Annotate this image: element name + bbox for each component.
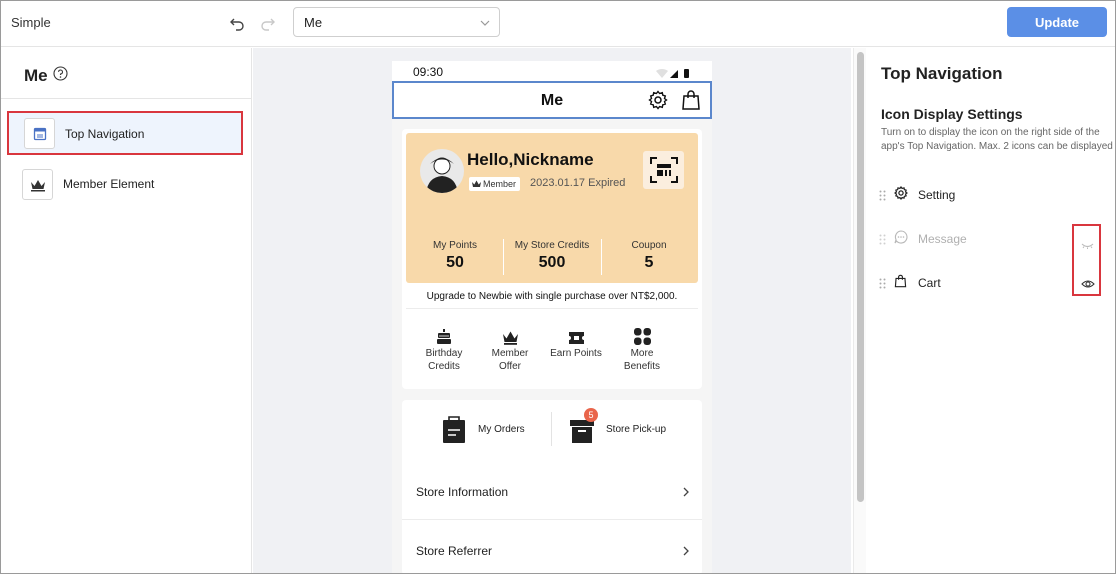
benefit-member-offer[interactable]: Member Offer <box>477 323 543 373</box>
section-title: Icon Display Settings <box>881 106 1023 122</box>
stat-value: 500 <box>538 254 566 271</box>
visibility-toggles-highlight <box>1072 224 1101 296</box>
chevron-down-icon <box>479 16 491 34</box>
panel-title: Me <box>24 66 48 85</box>
row-label: Store Information <box>416 485 509 499</box>
divider <box>551 412 552 446</box>
stat-value: 5 <box>644 254 654 271</box>
icon-row-label: Cart <box>918 276 941 290</box>
sidebar-item-member-element[interactable]: Member Element <box>7 163 243 207</box>
chevron-right-icon <box>682 544 690 562</box>
icon-row-label: Setting <box>918 188 956 202</box>
app-title: Simple <box>11 15 51 30</box>
count-badge: 5 <box>584 408 598 422</box>
stat-label: My Points <box>433 240 477 251</box>
expiry-date: 2023.01.17 Expired <box>530 177 626 189</box>
drag-handle-icon[interactable] <box>879 276 886 294</box>
status-time: 09:30 <box>413 65 444 79</box>
order-label: My Orders <box>478 424 525 435</box>
benefit-more[interactable]: More Benefits <box>609 323 675 373</box>
benefit-label: Member <box>491 348 529 359</box>
divider <box>1 98 252 99</box>
crown-icon <box>477 323 543 345</box>
avatar <box>420 149 464 193</box>
update-button[interactable]: Update <box>1007 7 1107 37</box>
page-select-value: Me <box>304 15 323 30</box>
benefit-label: Offer <box>498 361 522 372</box>
section-description: Turn on to display the icon on the right… <box>881 127 1113 152</box>
stat-store-credits[interactable]: My Store Credits 500 <box>503 240 601 272</box>
cake-icon <box>411 323 477 345</box>
benefit-label: Credits <box>428 361 460 372</box>
order-bag-icon <box>442 414 466 449</box>
benefit-label: Earn Points <box>550 348 602 359</box>
eye-icon[interactable] <box>1081 276 1095 294</box>
scroll-thumb[interactable] <box>857 52 864 502</box>
app-window: Simple Me Update Me Top Navigation Membe… <box>0 0 1116 574</box>
help-icon[interactable] <box>53 66 68 81</box>
member-badge-label: Member <box>483 179 517 189</box>
icon-setting-row[interactable]: Setting <box>867 179 1115 209</box>
divider <box>406 308 698 309</box>
sidebar-item-label: Member Element <box>63 177 155 191</box>
store-referrer-row[interactable]: Store Referrer <box>402 522 702 573</box>
benefit-earn-points[interactable]: Earn Points <box>543 323 609 360</box>
phone-preview: 09:30 Me Hello,Nickname Member 2023.01.1… <box>392 61 712 573</box>
member-card[interactable]: Hello,Nickname Member 2023.01.17 Expired… <box>406 133 698 283</box>
status-bar: 09:30 <box>392 61 712 81</box>
store-information-row[interactable]: Store Information <box>402 463 702 519</box>
bag-icon[interactable] <box>681 89 701 116</box>
ticket-icon <box>543 323 609 345</box>
canvas-scrollbar[interactable] <box>853 48 866 573</box>
upgrade-text: Upgrade to Newbie with single purchase o… <box>426 291 678 302</box>
panel-title: Top Navigation <box>881 64 1003 83</box>
stat-points[interactable]: My Points 50 <box>406 240 504 272</box>
stat-label: Coupon <box>631 240 667 251</box>
box-icon <box>570 418 594 449</box>
layout-icon <box>24 118 55 149</box>
message-icon <box>894 230 908 249</box>
member-badge: Member <box>469 177 521 191</box>
sidebar-item-label: Top Navigation <box>65 127 145 141</box>
orders-section: My Orders 5 Store Pick-up Store Informat… <box>402 400 702 573</box>
barcode-icon[interactable] <box>643 151 684 189</box>
benefit-birthday-credits[interactable]: Birthday Credits <box>411 323 477 373</box>
grid-icon <box>609 323 675 345</box>
icon-row-label: Message <box>918 232 967 246</box>
store-pickup-button[interactable]: 5 Store Pick-up <box>570 408 690 449</box>
stat-label: My Store Credits <box>514 240 590 251</box>
order-label: Store Pick-up <box>606 424 667 435</box>
drag-handle-icon[interactable] <box>879 232 886 250</box>
benefit-label: More <box>630 348 654 359</box>
benefit-label: Benefits <box>623 361 661 372</box>
settings-panel: Top Navigation Icon Display Settings Tur… <box>867 48 1115 573</box>
sidebar-item-top-navigation[interactable]: Top Navigation <box>7 111 243 155</box>
bag-icon <box>894 274 907 293</box>
greeting: Hello,Nickname <box>467 150 594 169</box>
page-select[interactable]: Me <box>293 7 500 37</box>
drag-handle-icon[interactable] <box>879 188 886 206</box>
gear-icon[interactable] <box>648 90 668 115</box>
crown-icon <box>22 169 53 200</box>
gear-icon <box>894 186 908 205</box>
stat-value: 50 <box>446 254 464 271</box>
divider <box>402 519 702 520</box>
my-orders-button[interactable]: My Orders <box>442 412 542 448</box>
undo-icon[interactable] <box>226 12 248 34</box>
stat-coupon[interactable]: Coupon 5 <box>600 240 698 272</box>
top-navigation-bar[interactable]: Me <box>392 81 712 119</box>
chevron-right-icon <box>682 485 690 503</box>
eye-closed-icon[interactable] <box>1081 237 1094 255</box>
benefit-label: Birthday <box>425 348 463 359</box>
top-bar: Simple Me Update <box>1 1 1115 47</box>
row-label: Store Referrer <box>416 544 493 558</box>
member-section: Hello,Nickname Member 2023.01.17 Expired… <box>402 129 702 389</box>
left-panel: Me Top Navigation Member Element <box>1 48 252 573</box>
redo-icon[interactable] <box>257 12 279 34</box>
